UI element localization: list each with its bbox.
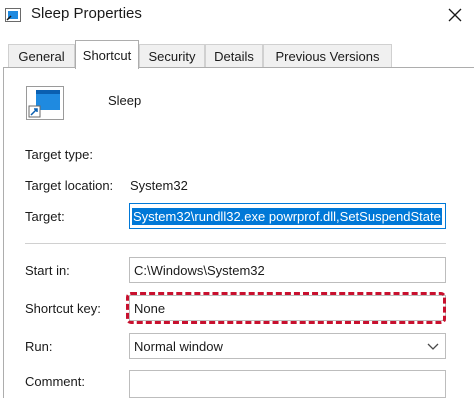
shortcut-key-highlight xyxy=(126,292,446,324)
run-label: Run: xyxy=(25,339,53,354)
target-label: Target: xyxy=(25,209,65,224)
target-location-value: System32 xyxy=(130,178,188,193)
start-in-label: Start in: xyxy=(25,263,70,278)
target-location-label: Target location: xyxy=(25,178,114,193)
tab-details[interactable]: Details xyxy=(205,44,263,68)
run-select[interactable]: Normal window xyxy=(129,333,446,359)
close-icon xyxy=(448,8,462,22)
shortcut-name: Sleep xyxy=(108,93,142,108)
window-title: Sleep Properties xyxy=(31,5,142,22)
target-value-selected: System32\rundll32.exe powrprof.dll,SetSu… xyxy=(132,207,442,225)
start-in-field[interactable]: C:\Windows\System32 xyxy=(129,257,446,283)
run-select-value: Normal window xyxy=(134,338,223,354)
tab-security[interactable]: Security xyxy=(139,44,205,68)
tab-strip: General Shortcut Security Details Previo… xyxy=(0,40,474,69)
target-type-label: Target type: xyxy=(25,147,93,162)
target-field[interactable]: System32\rundll32.exe powrprof.dll,SetSu… xyxy=(129,203,446,229)
tab-general[interactable]: General xyxy=(8,44,75,68)
tab-previous-versions[interactable]: Previous Versions xyxy=(263,44,392,68)
chevron-down-icon xyxy=(427,343,439,350)
comment-label: Comment: xyxy=(25,374,85,389)
divider xyxy=(25,243,446,244)
shortcut-large-icon xyxy=(26,86,64,120)
shortcut-key-label: Shortcut key: xyxy=(25,301,101,316)
shortcut-app-icon xyxy=(5,8,21,22)
comment-field[interactable] xyxy=(129,370,446,398)
close-button[interactable] xyxy=(436,0,474,30)
title-bar: Sleep Properties xyxy=(0,0,474,30)
tab-shortcut[interactable]: Shortcut xyxy=(75,40,139,69)
